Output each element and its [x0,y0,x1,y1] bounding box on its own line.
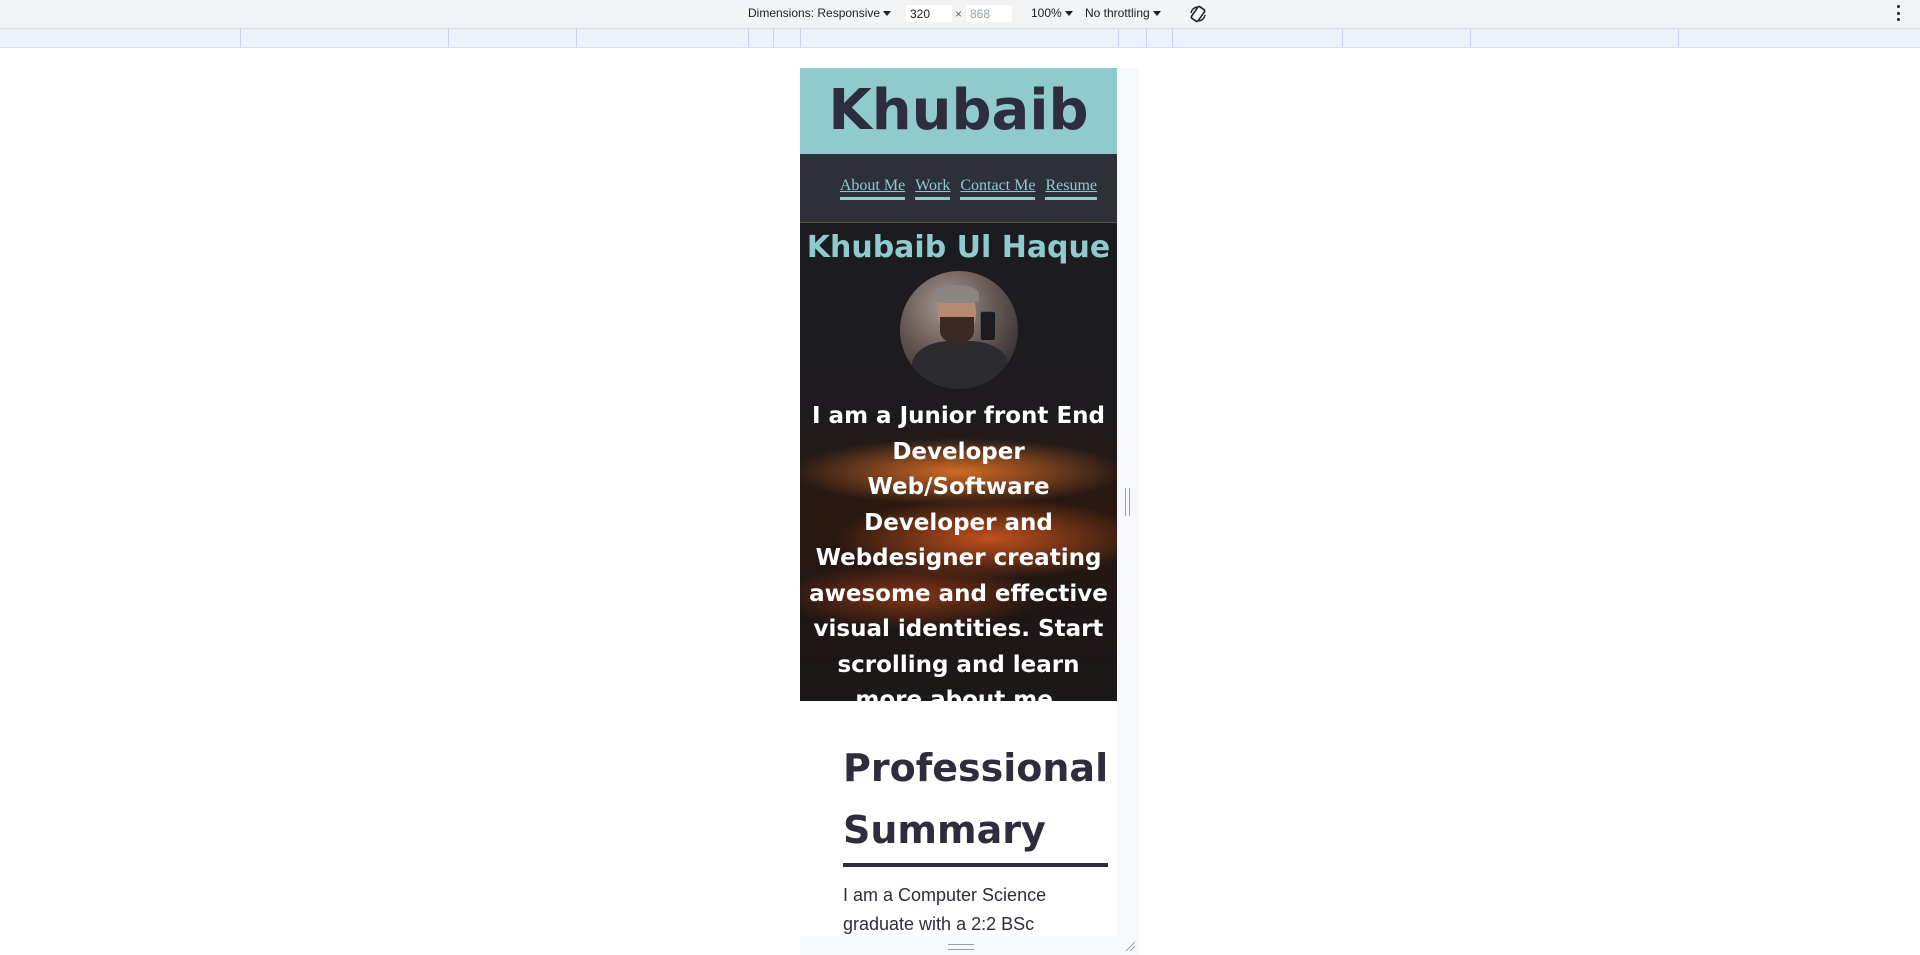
height-input[interactable] [966,5,1012,22]
hero-intro: I am a Junior front End Developer Web/So… [809,403,1108,701]
throttling-label: No throttling [1085,6,1150,20]
chevron-down-icon [1064,10,1073,16]
zoom-label: 100% [1031,6,1062,20]
nav-link-resume[interactable]: Resume [1045,177,1097,200]
site-header: Khubaib [800,68,1117,154]
nav-link-work[interactable]: Work [915,177,951,200]
zoom-dropdown[interactable]: 100% [1031,6,1073,20]
dimensions-label: Dimensions: Responsive [748,6,881,20]
media-query-bar [0,29,1920,48]
resize-handle-right[interactable] [1125,488,1130,516]
chevron-down-icon [883,10,892,16]
chevron-down-icon [1152,10,1161,16]
dimensions-dropdown[interactable]: Dimensions: Responsive [748,6,892,20]
summary-title: Professional Summary [843,737,1109,867]
throttling-dropdown[interactable]: No throttling [1085,6,1161,20]
avatar [899,271,1018,389]
width-input[interactable] [906,5,952,22]
nav-link-about[interactable]: About Me [839,177,906,200]
resize-handle-bottom[interactable] [948,944,974,950]
resize-corner-icon[interactable] [1124,940,1136,952]
hero-name: Khubaib Ul Haque [806,230,1111,265]
hero-section: Khubaib Ul Haque I am a Junior front End… [800,223,1117,701]
summary-body: I am a Computer Science graduate with a … [843,885,1047,934]
device-viewport: Khubaib About Me Work Contact Me Resume … [800,68,1117,936]
nav-link-contact[interactable]: Contact Me [960,177,1036,200]
times-separator: × [955,7,963,21]
brand-title: Khubaib [828,78,1089,143]
main-nav: About Me Work Contact Me Resume [800,154,1117,223]
devtools-toolbar: Dimensions: Responsive × 100% No throttl… [0,0,1920,29]
summary-section: Professional Summary I am a Computer Sci… [800,701,1117,936]
more-options-icon[interactable] [1896,5,1900,21]
rotate-icon[interactable] [1188,4,1208,24]
